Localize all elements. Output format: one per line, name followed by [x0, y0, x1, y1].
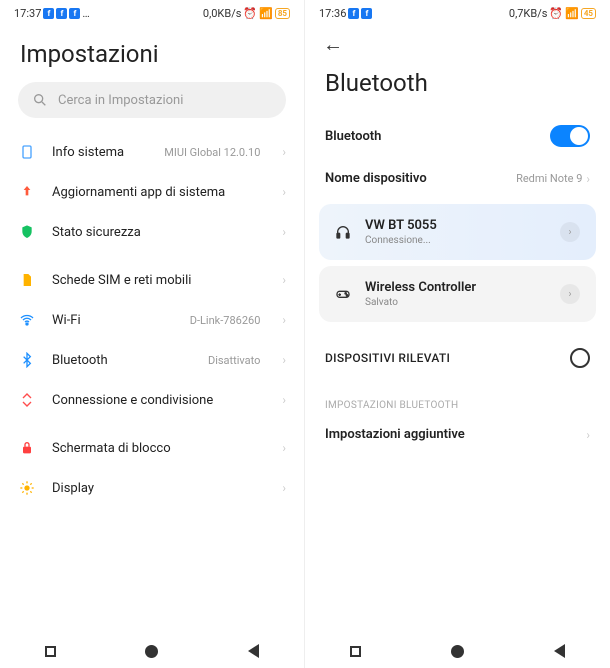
- paired-device-card[interactable]: VW BT 5055 Connessione... ›: [319, 204, 596, 260]
- search-icon: [32, 92, 48, 108]
- row-label: Schermata di blocco: [52, 441, 266, 456]
- fb-icon: f: [56, 8, 67, 19]
- bluetooth-toggle-row[interactable]: Bluetooth: [305, 113, 610, 159]
- row-label: Connessione e condivisione: [52, 393, 266, 408]
- row-updates[interactable]: Aggiornamenti app di sistema ›: [0, 172, 304, 212]
- row-connection[interactable]: Connessione e condivisione ›: [0, 380, 304, 420]
- chevron-right-icon: ›: [586, 172, 590, 186]
- row-label: Wi-Fi: [52, 313, 174, 328]
- row-label: Bluetooth: [52, 353, 192, 368]
- phone-icon: [19, 144, 35, 160]
- nav-back-button[interactable]: [554, 644, 565, 658]
- row-label: Display: [52, 481, 266, 496]
- signal-icon: 📶: [565, 7, 579, 20]
- search-placeholder: Cerca in Impostazioni: [58, 93, 183, 108]
- device-name-value: Redmi Note 9: [516, 172, 582, 185]
- bluetooth-panel: 17:36 f f 0,7KB/s ⏰ 📶 45 ← Bluetooth Blu…: [305, 0, 610, 668]
- row-label: Stato sicurezza: [52, 225, 266, 240]
- row-lockscreen[interactable]: Schermata di blocco ›: [0, 428, 304, 468]
- shield-icon: [19, 224, 35, 240]
- chevron-right-icon: ›: [282, 145, 286, 159]
- update-icon: [19, 184, 35, 200]
- net-speed: 0,7KB/s: [509, 7, 548, 20]
- page-title: Bluetooth: [305, 57, 610, 113]
- chevron-right-icon: ›: [282, 185, 286, 199]
- time: 17:37: [14, 7, 41, 20]
- fb-icon: f: [43, 8, 54, 19]
- nav-home-button[interactable]: [451, 645, 464, 658]
- lock-icon: [19, 440, 35, 456]
- chevron-right-icon: ›: [282, 481, 286, 495]
- chevron-right-icon[interactable]: ›: [560, 222, 580, 242]
- row-display[interactable]: Display ›: [0, 468, 304, 508]
- headphones-icon: [335, 224, 351, 240]
- row-label: Aggiornamenti app di sistema: [52, 185, 266, 200]
- device-name-row[interactable]: Nome dispositivo Redmi Note 9 ›: [305, 159, 610, 198]
- row-sim[interactable]: Schede SIM e reti mobili ›: [0, 260, 304, 300]
- device-status: Connessione...: [365, 235, 546, 246]
- battery-icon: 45: [581, 8, 596, 19]
- row-info-sistema[interactable]: Info sistema MIUI Global 12.0.10 ›: [0, 132, 304, 172]
- row-label: Schede SIM e reti mobili: [52, 273, 266, 288]
- wifi-icon: [19, 312, 35, 328]
- chevron-right-icon: ›: [282, 273, 286, 287]
- search-input[interactable]: Cerca in Impostazioni: [18, 82, 286, 118]
- nav-bar: [305, 634, 610, 668]
- nav-recent-button[interactable]: [350, 646, 361, 657]
- row-value: MIUI Global 12.0.10: [164, 146, 260, 159]
- row-label: Info sistema: [52, 145, 148, 160]
- chevron-right-icon: ›: [282, 313, 286, 327]
- share-icon: [19, 392, 35, 408]
- sim-icon: [19, 272, 35, 288]
- net-speed: 0,0KB/s: [203, 7, 242, 20]
- back-button[interactable]: ←: [305, 22, 610, 57]
- nav-recent-button[interactable]: [45, 646, 56, 657]
- fb-icon: f: [361, 8, 372, 19]
- nav-bar: [0, 634, 304, 668]
- status-bar-left: 17:37 f f f … 0,0KB/s ⏰ 📶 85: [0, 0, 304, 22]
- status-bar-right: 17:36 f f 0,7KB/s ⏰ 📶 45: [305, 0, 610, 22]
- row-value: Disattivato: [208, 354, 260, 367]
- section-title: DISPOSITIVI RILEVATI: [325, 351, 450, 365]
- chevron-right-icon: ›: [282, 393, 286, 407]
- settings-caption: IMPOSTAZIONI BLUETOOTH: [305, 374, 610, 415]
- device-name: VW BT 5055: [365, 218, 546, 233]
- chevron-right-icon: ›: [282, 353, 286, 367]
- chevron-right-icon: ›: [586, 428, 590, 442]
- device-name-label: Nome dispositivo: [325, 171, 516, 186]
- row-wifi[interactable]: Wi-Fi D-Link-786260 ›: [0, 300, 304, 340]
- device-status: Salvato: [365, 297, 546, 308]
- additional-settings-row[interactable]: Impostazioni aggiuntive ›: [305, 415, 610, 454]
- page-title: Impostazioni: [0, 22, 304, 82]
- discovered-devices-header: DISPOSITIVI RILEVATI: [305, 328, 610, 374]
- row-value: D-Link-786260: [190, 314, 261, 327]
- toggle-label: Bluetooth: [325, 129, 550, 144]
- bluetooth-toggle[interactable]: [550, 125, 590, 147]
- alarm-icon: ⏰: [549, 7, 563, 20]
- time: 17:36: [319, 7, 346, 20]
- chevron-right-icon: ›: [282, 225, 286, 239]
- settings-panel: 17:37 f f f … 0,0KB/s ⏰ 📶 85 Impostazion…: [0, 0, 305, 668]
- row-security[interactable]: Stato sicurezza ›: [0, 212, 304, 252]
- fb-icon: f: [348, 8, 359, 19]
- row-bluetooth[interactable]: Bluetooth Disattivato ›: [0, 340, 304, 380]
- nav-home-button[interactable]: [145, 645, 158, 658]
- chevron-right-icon: ›: [282, 441, 286, 455]
- bluetooth-icon: [19, 352, 35, 368]
- battery-icon: 85: [275, 8, 290, 19]
- brightness-icon: [19, 480, 35, 496]
- row-label: Impostazioni aggiuntive: [325, 427, 586, 442]
- nav-back-button[interactable]: [248, 644, 259, 658]
- chevron-right-icon[interactable]: ›: [560, 284, 580, 304]
- device-name: Wireless Controller: [365, 280, 546, 295]
- saved-device-card[interactable]: Wireless Controller Salvato ›: [319, 266, 596, 322]
- more-icon: …: [82, 7, 89, 20]
- fb-icon: f: [69, 8, 80, 19]
- refresh-icon[interactable]: [570, 348, 590, 368]
- gamepad-icon: [335, 286, 351, 302]
- alarm-icon: ⏰: [243, 7, 257, 20]
- signal-icon: 📶: [259, 7, 273, 20]
